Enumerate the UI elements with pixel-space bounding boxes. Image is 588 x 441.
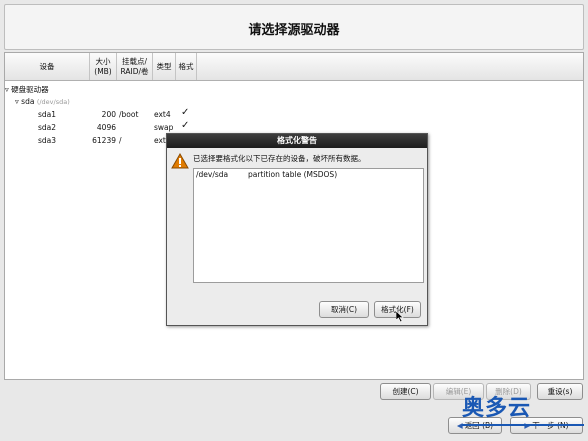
row-mount: /boot — [119, 110, 139, 119]
format-check-icon: ✓ — [181, 107, 190, 118]
header-size[interactable]: 大小 (MB) — [90, 53, 117, 80]
row-type: swap — [154, 123, 174, 132]
row-type: ext4 — [154, 110, 171, 119]
list-item-description: partition table (MSDOS) — [248, 170, 338, 179]
group-label: 硬盘驱动器 — [11, 85, 49, 94]
disk-name: sda — [21, 97, 35, 106]
row-type: ext — [154, 136, 166, 145]
create-button[interactable]: 创建(C) — [380, 383, 431, 400]
row-mount: / — [119, 136, 122, 145]
watermark-logo: 奥多云 — [462, 396, 532, 421]
warning-icon — [171, 152, 189, 171]
watermark-underline — [462, 424, 584, 426]
header-mount[interactable]: 挂载点/ RAID/卷 — [117, 53, 153, 80]
list-item[interactable]: /dev/sda partition table (MSDOS) — [194, 169, 423, 180]
tree-disk-sda[interactable]: ▿ sda (/dev/sda) — [15, 97, 70, 106]
device-list[interactable]: /dev/sda partition table (MSDOS) — [193, 168, 424, 283]
dialog-message: 已选择要格式化以下已存在的设备，破坏所有数据。 — [193, 154, 366, 163]
list-item-device: /dev/sda — [196, 170, 229, 179]
format-warning-dialog: 格式化警告 已选择要格式化以下已存在的设备，破坏所有数据。 /dev/sda p… — [166, 133, 428, 326]
expander-icon[interactable]: ▿ — [5, 85, 9, 94]
page-title: 请选择源驱动器 — [248, 23, 340, 38]
format-check-icon: ✓ — [181, 120, 190, 131]
disk-path: (/dev/sda) — [36, 98, 70, 106]
row-size: 200 — [101, 110, 116, 119]
cancel-button[interactable]: 取消(C) — [319, 301, 369, 318]
title-banner: 请选择源驱动器 — [4, 4, 584, 50]
header-type[interactable]: 类型 — [153, 53, 176, 80]
header-device[interactable]: 设备 — [5, 53, 90, 80]
row-device: sda1 — [38, 110, 57, 119]
header-format[interactable]: 格式 — [176, 53, 197, 80]
dialog-title[interactable]: 格式化警告 — [167, 134, 427, 148]
expander-icon[interactable]: ▿ — [15, 97, 19, 106]
tree-group-harddrives[interactable]: ▿ 硬盘驱动器 — [5, 84, 49, 95]
row-device: sda2 — [38, 123, 57, 132]
reset-button[interactable]: 重设(s) — [537, 383, 583, 400]
row-size: 61239 — [92, 136, 116, 145]
row-device: sda3 — [38, 136, 57, 145]
table-header: 设备 大小 (MB) 挂载点/ RAID/卷 类型 格式 — [5, 53, 583, 81]
mouse-cursor-icon — [395, 310, 404, 324]
row-size: 4096 — [96, 123, 116, 132]
